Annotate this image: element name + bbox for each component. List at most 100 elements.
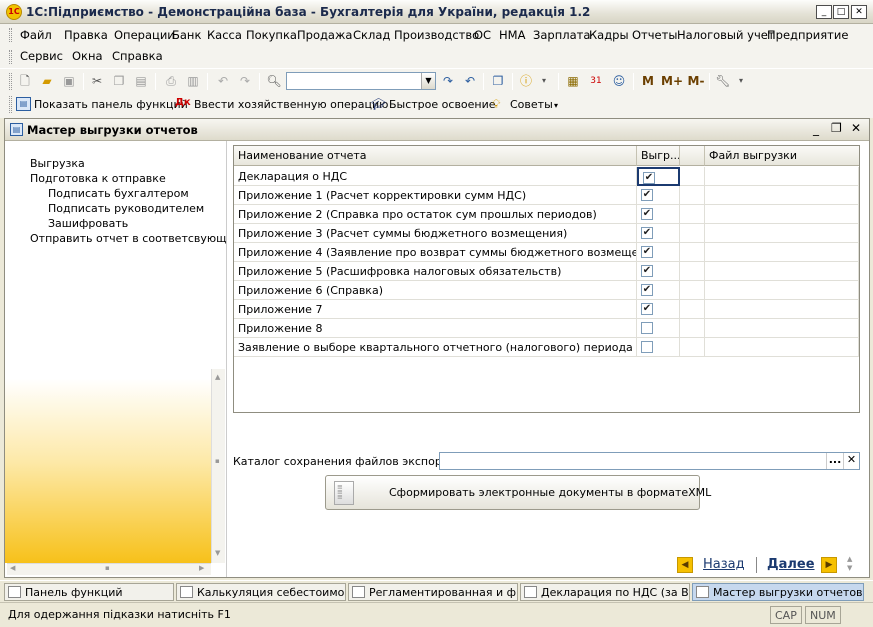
close-icon[interactable]: ✕ — [851, 121, 861, 135]
redo-icon[interactable]: ↷ — [237, 73, 253, 89]
export-file-cell[interactable] — [705, 205, 859, 224]
minimize-button[interactable]: _ — [816, 5, 832, 19]
menu-production[interactable]: Производство — [394, 28, 479, 42]
print-icon[interactable]: ⎙ — [163, 73, 179, 89]
export-file-cell[interactable] — [705, 338, 859, 357]
menu-service[interactable]: Сервис — [20, 49, 63, 63]
table-row[interactable]: Приложение 8 — [234, 319, 859, 338]
task-costing[interactable]: Калькуляция себестоимос... — [176, 583, 346, 601]
find-previous-icon[interactable]: ↶ — [462, 73, 478, 89]
menu-sales[interactable]: Продажа — [297, 28, 352, 42]
step-send-report[interactable]: Отправить отчет в соответсвующий ор — [30, 232, 226, 245]
export-file-cell[interactable] — [705, 300, 859, 319]
print-preview-icon[interactable]: ▥ — [185, 73, 201, 89]
menu-cash[interactable]: Касса — [207, 28, 242, 42]
menu-intangibles[interactable]: НМА — [499, 28, 525, 42]
menu-hr[interactable]: Кадры — [589, 28, 629, 42]
browse-button[interactable]: ... — [826, 453, 843, 469]
menu-enterprise[interactable]: Предприятие — [767, 28, 848, 42]
column-header-report-name[interactable]: Наименование отчета — [234, 146, 637, 166]
export-checkbox[interactable]: ✔ — [641, 208, 653, 220]
clear-icon[interactable]: ✕ — [843, 453, 859, 469]
menu-operations[interactable]: Операции — [114, 28, 175, 42]
chevron-down-icon[interactable]: ▾ — [733, 73, 749, 89]
table-row[interactable]: Заявление о выборе квартального отчетног… — [234, 338, 859, 357]
memory-button[interactable]: M — [640, 73, 656, 89]
step-encrypt[interactable]: Зашифровать — [48, 217, 128, 230]
table-row[interactable]: Приложение 2 (Справка про остаток сум пр… — [234, 205, 859, 224]
scroll-left-icon[interactable]: ◀ — [10, 564, 15, 572]
find-next-icon[interactable]: ↷ — [440, 73, 456, 89]
copy-icon[interactable]: ❐ — [111, 73, 127, 89]
steps-vertical-scrollbar[interactable]: ▲ ▪ ▼ — [211, 369, 225, 563]
export-checkbox[interactable]: ✔ — [641, 284, 653, 296]
scroll-down-icon[interactable]: ▼ — [215, 549, 220, 557]
maximize-button[interactable]: □ — [833, 5, 849, 19]
export-checkbox[interactable]: ✔ — [643, 172, 655, 184]
export-checkbox[interactable] — [641, 341, 653, 353]
cut-icon[interactable]: ✂ — [89, 73, 105, 89]
table-row[interactable]: Приложение 4 (Заявление про возврат сумм… — [234, 243, 859, 262]
table-row[interactable]: Декларация о НДС ✔ — [234, 167, 859, 186]
menu-fixed-assets[interactable]: ОС — [474, 28, 491, 42]
menu-edit[interactable]: Правка — [64, 28, 108, 42]
export-file-cell[interactable] — [705, 186, 859, 205]
task-regulated-reports[interactable]: Регламентированная и фи... — [348, 583, 518, 601]
close-button[interactable]: ✕ — [851, 5, 867, 19]
undo-icon[interactable]: ↶ — [215, 73, 231, 89]
steps-horizontal-scrollbar[interactable]: ◀ ▪ ▶ — [7, 563, 211, 575]
wrench-icon[interactable]: 🔧︎ — [715, 73, 731, 89]
calendar-icon[interactable]: 31 — [588, 73, 604, 89]
scroll-right-icon[interactable]: ▶ — [199, 564, 204, 572]
chevron-down-icon[interactable]: ▾ — [554, 101, 558, 110]
export-file-cell[interactable] — [705, 224, 859, 243]
step-sign-accountant[interactable]: Подписать бухгалтером — [48, 187, 189, 200]
export-checkbox[interactable]: ✔ — [641, 189, 653, 201]
export-file-cell[interactable] — [705, 243, 859, 262]
menu-tax-accounting[interactable]: Налоговый учет — [677, 28, 775, 42]
export-file-cell[interactable] — [705, 281, 859, 300]
search-input[interactable]: ▼ — [286, 72, 436, 90]
export-checkbox[interactable]: ✔ — [641, 265, 653, 277]
export-checkbox[interactable]: ✔ — [641, 246, 653, 258]
form-scroll-arrows[interactable]: ▲ ▼ — [847, 555, 857, 575]
catalog-path-input[interactable]: ... ✕ — [439, 452, 860, 470]
export-checkbox[interactable] — [641, 322, 653, 334]
menu-bank[interactable]: Банк — [172, 28, 201, 42]
export-file-cell[interactable] — [705, 262, 859, 281]
scroll-up-icon[interactable]: ▲ — [215, 373, 220, 381]
table-row[interactable]: Приложение 3 (Расчет суммы бюджетного во… — [234, 224, 859, 243]
calculator-icon[interactable]: ▦ — [565, 73, 581, 89]
scroll-grip-icon[interactable]: ▪ — [215, 457, 220, 465]
step-prepare-send[interactable]: Подготовка к отправке — [30, 172, 166, 185]
generate-xml-button[interactable]: ≡ ≡ ≡ Сформировать электронные документы в… — [325, 475, 711, 510]
menu-purchase[interactable]: Покупка — [246, 28, 297, 42]
table-row[interactable]: Приложение 6 (Справка) ✔ — [234, 281, 859, 300]
paste-icon[interactable]: ▤ — [133, 73, 149, 89]
save-icon[interactable]: ▣ — [61, 73, 77, 89]
task-vat-declaration[interactable]: Декларация по НДС (за Ве... — [520, 583, 690, 601]
menu-windows[interactable]: Окна — [72, 49, 103, 63]
table-row[interactable]: Приложение 1 (Расчет корректировки сумм … — [234, 186, 859, 205]
export-checkbox[interactable]: ✔ — [641, 227, 653, 239]
open-folder-icon[interactable]: ▰ — [39, 73, 55, 89]
menu-reports[interactable]: Отчеты — [632, 28, 677, 42]
column-header-export[interactable]: Выгр... — [637, 146, 680, 166]
task-export-wizard[interactable]: Мастер выгрузки отчетов — [692, 583, 864, 601]
task-function-panel[interactable]: Панель функций — [4, 583, 174, 601]
step-sign-director[interactable]: Подписать руководителем — [48, 202, 204, 215]
menu-salary[interactable]: Зарплата — [533, 28, 590, 42]
export-checkbox[interactable]: ✔ — [641, 303, 653, 315]
table-row[interactable]: Приложение 7 ✔ — [234, 300, 859, 319]
memory-add-button[interactable]: M+ — [660, 73, 684, 89]
chevron-down-icon[interactable]: ▼ — [421, 73, 435, 89]
new-document-icon[interactable]: 🗋 — [17, 73, 33, 89]
column-header-blank[interactable] — [680, 146, 705, 166]
windows-icon[interactable]: ❐ — [490, 73, 506, 89]
step-export[interactable]: Выгрузка — [30, 157, 85, 170]
menu-help[interactable]: Справка — [112, 49, 163, 63]
export-file-cell[interactable] — [705, 319, 859, 338]
menu-file[interactable]: Файл — [20, 28, 52, 42]
table-row[interactable]: Приложение 5 (Расшифровка налоговых обяз… — [234, 262, 859, 281]
export-file-cell[interactable] — [705, 167, 859, 186]
